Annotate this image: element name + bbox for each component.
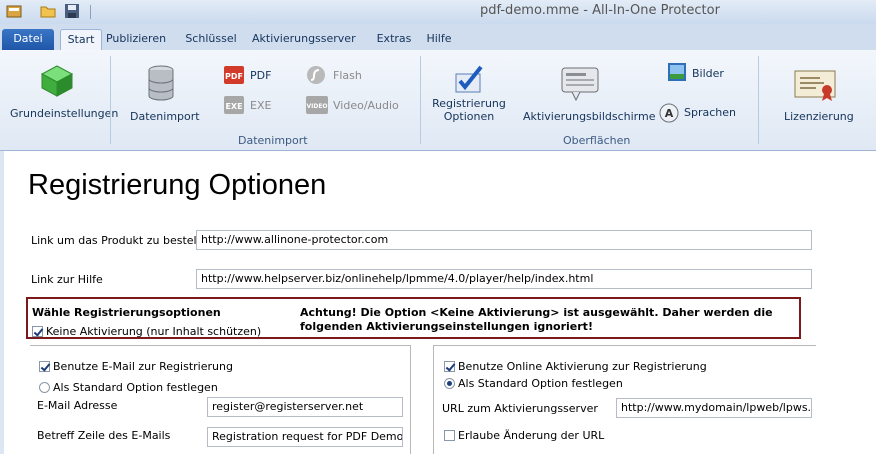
link-produkt-label: Link um das Produkt zu bestellen xyxy=(31,234,214,247)
ribbon-separator xyxy=(110,56,111,144)
group-label-oberflaechen: Oberflächen xyxy=(563,134,631,147)
svg-text:EXE: EXE xyxy=(225,102,242,111)
bilder-label: Bilder xyxy=(692,67,724,80)
title-bar: pdf-demo.mme - All-In-One Protector xyxy=(0,0,876,24)
email-registrierung-checkbox[interactable] xyxy=(39,361,50,372)
keine-aktivierung-checkbox[interactable] xyxy=(32,326,43,337)
video-icon: VIDEO xyxy=(306,96,328,114)
email-subject-input[interactable]: Registration request for PDF Demo xyxy=(207,427,403,447)
email-address-label: E-Mail Adresse xyxy=(37,399,118,412)
window-title: pdf-demo.mme - All-In-One Protector xyxy=(480,3,720,18)
tab-start[interactable]: Start xyxy=(60,29,102,51)
app-icon[interactable] xyxy=(6,3,22,19)
save-icon[interactable] xyxy=(64,3,80,19)
dialog-screen-icon xyxy=(561,67,599,102)
url-aktivierungsserver-input[interactable]: http://www.mydomain/lpweb/lpws.asmx xyxy=(616,398,812,418)
reg-options-heading: Wähle Registrierungsoptionen xyxy=(32,306,221,319)
online-panel-border xyxy=(433,345,434,454)
email-default-radio[interactable] xyxy=(39,382,50,393)
registrierung-optionen-label: Registrierung Optionen xyxy=(432,97,506,123)
pdf-icon: PDF xyxy=(224,66,244,84)
email-default-label: Als Standard Option festlegen xyxy=(53,381,218,394)
aktivierungsbildschirme-label: Aktivierungsbildschirme xyxy=(523,110,656,123)
video-audio-label: Video/Audio xyxy=(333,99,399,112)
svg-text:VIDEO: VIDEO xyxy=(306,103,327,110)
online-aktivierung-checkbox[interactable] xyxy=(444,361,455,372)
ribbon-separator xyxy=(420,56,421,144)
url-aktivierungsserver-label: URL zum Aktivierungsserver xyxy=(442,402,598,415)
url-aenderung-checkbox[interactable] xyxy=(444,430,455,441)
lizenzierung-label: Lizenzierung xyxy=(784,110,854,123)
database-icon xyxy=(148,65,174,101)
left-border xyxy=(0,151,4,454)
tab-aktivierungsserver[interactable]: Aktivierungsserver xyxy=(252,29,356,50)
certificate-icon xyxy=(794,70,836,101)
tab-hilfe[interactable]: Hilfe xyxy=(422,29,456,50)
email-subject-label: Betreff Zeile des E-Mails xyxy=(37,429,171,442)
datenimport-label: Datenimport xyxy=(130,110,200,123)
link-hilfe-label: Link zur Hilfe xyxy=(31,273,103,286)
toolbar-separator xyxy=(90,5,91,19)
link-produkt-input[interactable]: http://www.allinone-protector.com xyxy=(196,230,812,250)
settings-cube-icon xyxy=(40,65,74,97)
checklist-icon xyxy=(455,65,483,93)
flash-icon xyxy=(307,66,325,84)
tab-extras[interactable]: Extras xyxy=(372,29,416,50)
image-icon xyxy=(668,63,686,81)
ribbon: Grundeinstellungen Datenimport PDF PDF E… xyxy=(0,50,876,151)
sprachen-label: Sprachen xyxy=(684,106,736,119)
warning-message: Achtung! Die Option <Keine Aktivierung> … xyxy=(300,306,773,333)
exe-icon: EXE xyxy=(224,96,244,114)
email-address-input[interactable]: register@registerserver.net xyxy=(207,397,403,417)
tab-datei[interactable]: Datei xyxy=(2,29,54,50)
flash-label: Flash xyxy=(333,69,362,82)
keine-aktivierung-label: Keine Aktivierung (nur Inhalt schützen) xyxy=(46,325,262,338)
url-aenderung-label: Erlaube Änderung der URL xyxy=(458,429,605,442)
group-label-datenimport: Datenimport xyxy=(238,134,308,147)
ribbon-tab-row: Datei Start Publizieren Schlüssel Aktivi… xyxy=(0,24,876,51)
open-folder-icon[interactable] xyxy=(40,3,56,19)
email-panel-border xyxy=(30,345,410,346)
grundeinstellungen-label: Grundeinstellungen xyxy=(10,107,119,120)
page-title: Registrierung Optionen xyxy=(28,169,327,201)
tab-publizieren[interactable]: Publizieren xyxy=(104,29,168,50)
online-aktivierung-label: Benutze Online Aktivierung zur Registrie… xyxy=(458,360,707,373)
svg-text:A: A xyxy=(665,107,674,120)
email-registrierung-label: Benutze E-Mail zur Registrierung xyxy=(53,360,233,373)
svg-text:PDF: PDF xyxy=(225,72,243,81)
email-panel-border xyxy=(410,345,411,454)
ribbon-separator xyxy=(758,56,759,144)
language-icon: A xyxy=(659,103,679,123)
pdf-label: PDF xyxy=(250,69,272,82)
online-default-radio[interactable] xyxy=(444,378,455,389)
online-panel-border xyxy=(433,345,816,346)
online-default-label: Als Standard Option festlegen xyxy=(458,377,623,390)
link-hilfe-input[interactable]: http://www.helpserver.biz/onlinehelp/lpm… xyxy=(196,269,812,289)
tab-schluessel[interactable]: Schlüssel xyxy=(180,29,242,50)
exe-label: EXE xyxy=(250,99,272,112)
